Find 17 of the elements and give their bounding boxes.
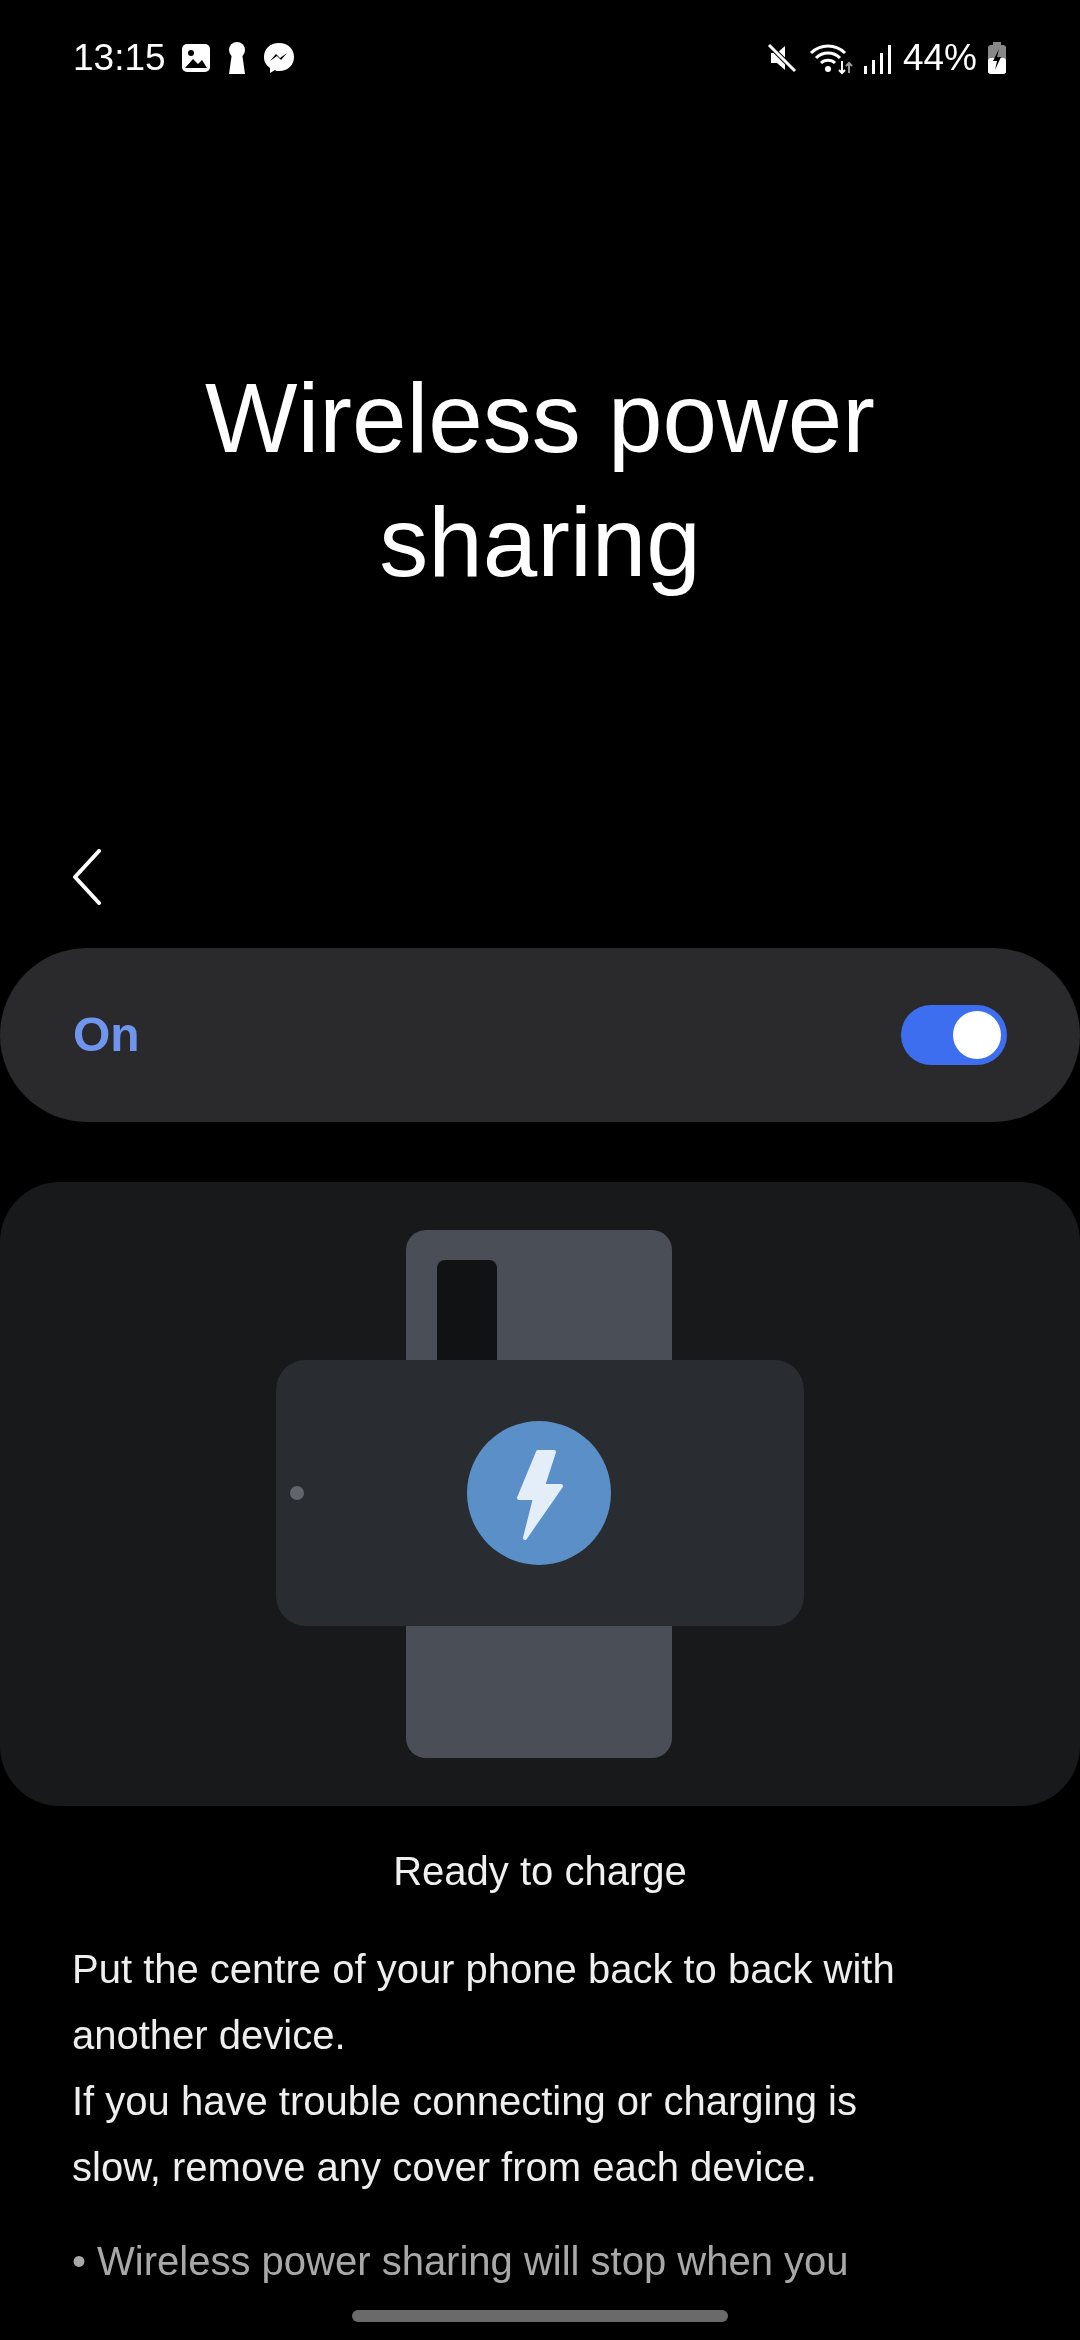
page-title: Wireless power sharing — [204, 362, 876, 599]
toggle-thumb — [953, 1011, 1001, 1059]
signal-icon — [862, 42, 893, 74]
charge-status: Ready to charge — [393, 1848, 687, 1895]
note-text: • Wireless power sharing will stop when you — [72, 2238, 850, 2285]
battery-percent: 44% — [902, 36, 977, 81]
wifi-icon — [808, 41, 853, 75]
status-time: 13:15 — [73, 36, 166, 81]
instruction-text: Put the centre of your phone back to back with another device. — [72, 1946, 896, 2059]
switch-label: On — [73, 1007, 140, 1063]
image-icon — [179, 42, 212, 74]
battery-charging-icon — [987, 41, 1007, 75]
messenger-icon — [261, 41, 296, 75]
switch-bar[interactable]: On — [0, 948, 1080, 1122]
instruction-text: If you have trouble connecting or charging is slow, remove any cover from each device. — [72, 2078, 858, 2191]
toggle-switch[interactable] — [901, 1005, 1007, 1065]
back-icon — [72, 849, 102, 905]
